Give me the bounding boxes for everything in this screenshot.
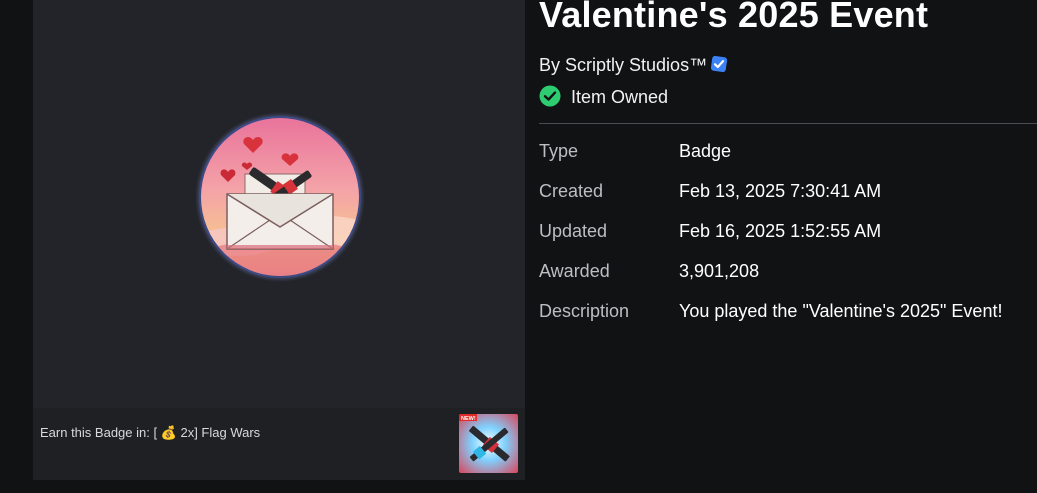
check-circle-icon	[539, 85, 561, 107]
detail-label: Description	[539, 301, 630, 321]
creator-line: By Scriptly Studios™	[539, 55, 728, 78]
owned-status: Item Owned	[539, 85, 668, 108]
creator-link[interactable]: Scriptly Studios™	[565, 55, 707, 75]
badge-image-panel: Earn this Badge in: [ 💰 2x] Flag Wars NE…	[33, 0, 525, 480]
detail-value: Badge	[679, 141, 732, 161]
verified-check-icon	[710, 55, 728, 78]
earn-badge-link[interactable]: Earn this Badge in: [ 💰 2x] Flag Wars	[40, 425, 260, 441]
badge-page: Earn this Badge in: [ 💰 2x] Flag Wars NE…	[0, 0, 1037, 493]
divider	[539, 123, 1037, 124]
owned-label: Item Owned	[571, 87, 669, 107]
detail-value: 3,901,208	[679, 261, 760, 281]
detail-value: Feb 13, 2025 7:30:41 AM	[679, 181, 882, 201]
detail-value: You played the "Valentine's 2025" Event!	[679, 301, 1003, 321]
detail-label: Created	[539, 181, 604, 201]
valentine-envelope-badge-icon	[195, 112, 365, 282]
page-title: Valentine's 2025 Event	[539, 0, 929, 35]
detail-label: Type	[539, 141, 579, 161]
new-tag: NEW!	[461, 416, 476, 422]
detail-value: Feb 16, 2025 1:52:55 AM	[679, 221, 882, 241]
flag-wars-thumbnail-icon[interactable]: NEW!	[459, 414, 518, 473]
detail-label: Awarded	[539, 261, 610, 281]
earn-badge-bar: Earn this Badge in: [ 💰 2x] Flag Wars NE…	[33, 408, 525, 480]
creator-prefix: By	[539, 55, 566, 75]
detail-label: Updated	[539, 221, 608, 241]
